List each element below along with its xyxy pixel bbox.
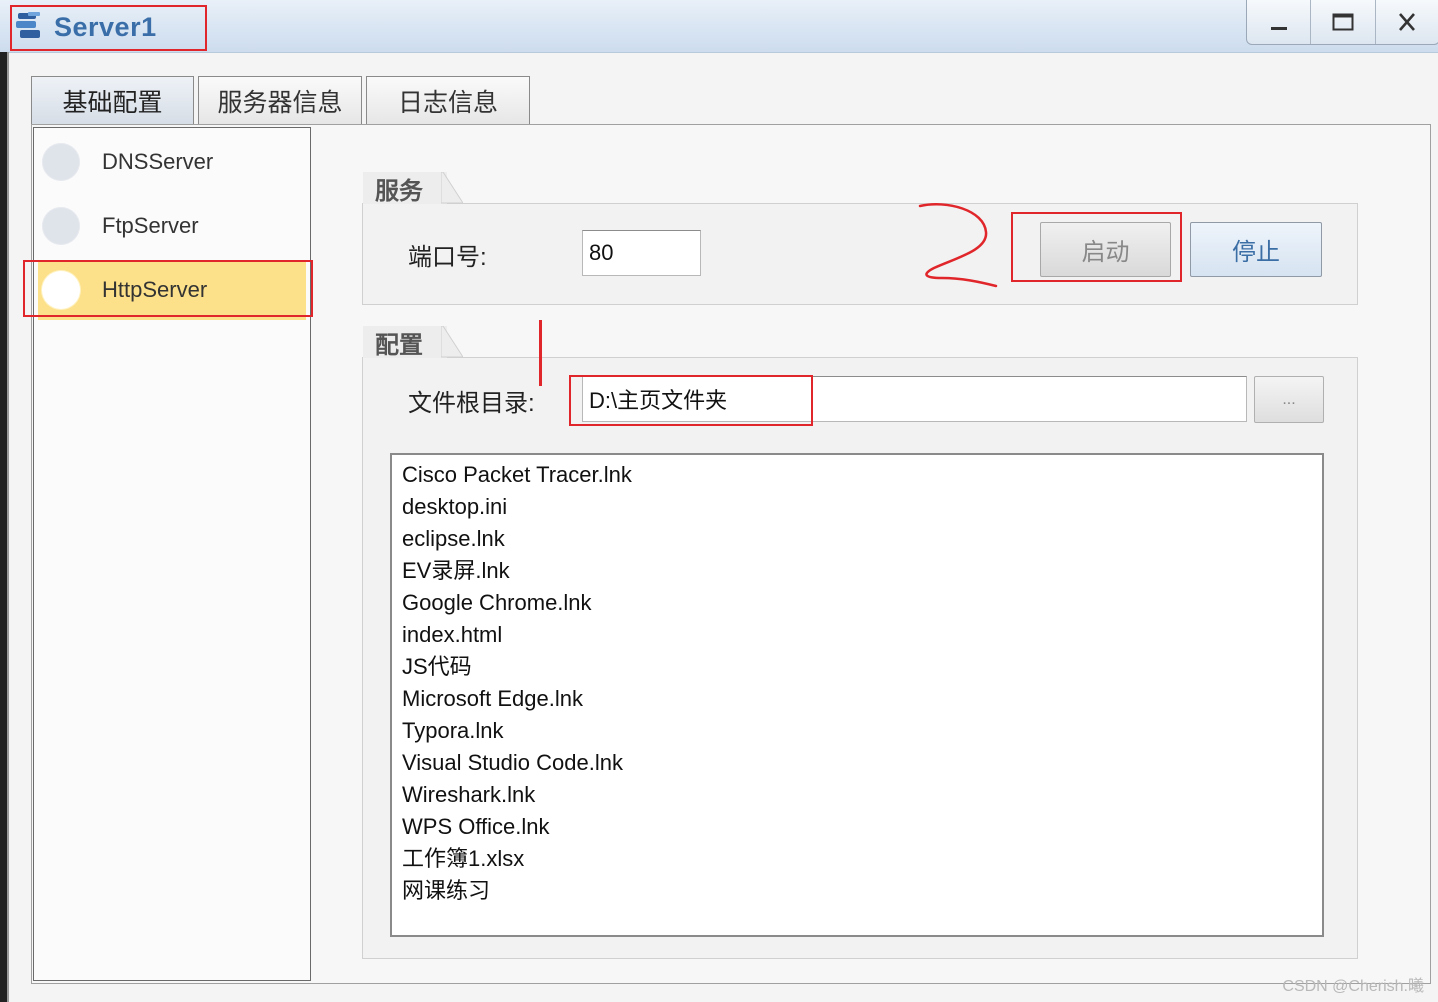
annotation-line (539, 320, 542, 386)
list-item[interactable]: Wireshark.lnk (402, 779, 1312, 811)
list-item[interactable]: index.html (402, 619, 1312, 651)
list-item[interactable]: Visual Studio Code.lnk (402, 747, 1312, 779)
sidebar-item-label: FtpServer (102, 213, 199, 238)
config-section-title: 配置 (363, 326, 447, 359)
list-item[interactable]: Cisco Packet Tracer.lnk (402, 459, 1312, 491)
window-left-border-inner (7, 52, 9, 1002)
annotation-number-two (918, 203, 998, 288)
list-item[interactable]: WPS Office.lnk (402, 811, 1312, 843)
watermark: CSDN @Cherish.曦 (1282, 978, 1424, 995)
service-status-icon (42, 143, 80, 181)
list-item[interactable]: 工作簿1.xlsx (402, 843, 1312, 875)
root-dir-label: 文件根目录: (408, 390, 535, 417)
list-item[interactable]: eclipse.lnk (402, 523, 1312, 555)
annotation-box-root-dir (569, 375, 813, 426)
title-bar (0, 0, 1438, 53)
file-list[interactable]: Cisco Packet Tracer.lnk desktop.ini ecli… (390, 453, 1324, 937)
list-item[interactable]: JS代码 (402, 651, 1312, 683)
window-controls (1246, 0, 1438, 45)
port-label: 端口号: (408, 244, 487, 271)
maximize-icon (1332, 13, 1354, 31)
list-item[interactable]: EV录屏.lnk (402, 555, 1312, 587)
browse-button[interactable]: ... (1254, 376, 1324, 423)
annotation-box-start (1011, 212, 1182, 282)
sidebar-item-dnsserver[interactable]: DNSServer (38, 132, 306, 192)
annotation-box-httpserver (23, 260, 313, 317)
list-item[interactable]: Typora.lnk (402, 715, 1312, 747)
list-item[interactable]: desktop.ini (402, 491, 1312, 523)
close-icon (1399, 13, 1416, 31)
maximize-button[interactable] (1310, 0, 1374, 44)
minimize-icon (1270, 27, 1287, 30)
section-tab-edge (441, 326, 463, 358)
service-status-icon (42, 207, 80, 245)
service-section-title: 服务 (363, 172, 447, 205)
stop-button[interactable]: 停止 (1190, 222, 1322, 277)
port-input[interactable]: 80 (582, 230, 701, 276)
tab-log-info[interactable]: 日志信息 (366, 76, 530, 125)
close-button[interactable] (1374, 0, 1438, 44)
minimize-button[interactable] (1247, 0, 1310, 44)
annotation-box-title (10, 5, 207, 51)
list-item[interactable]: Google Chrome.lnk (402, 587, 1312, 619)
section-tab-edge (441, 172, 463, 204)
sidebar-item-ftpserver[interactable]: FtpServer (38, 196, 306, 256)
list-item[interactable]: 网课练习 (402, 875, 1312, 907)
sidebar-item-label: DNSServer (102, 149, 214, 174)
window-left-border (0, 52, 7, 1002)
tab-server-info[interactable]: 服务器信息 (198, 76, 362, 125)
list-item[interactable]: Microsoft Edge.lnk (402, 683, 1312, 715)
tab-basic-config[interactable]: 基础配置 (31, 76, 194, 125)
